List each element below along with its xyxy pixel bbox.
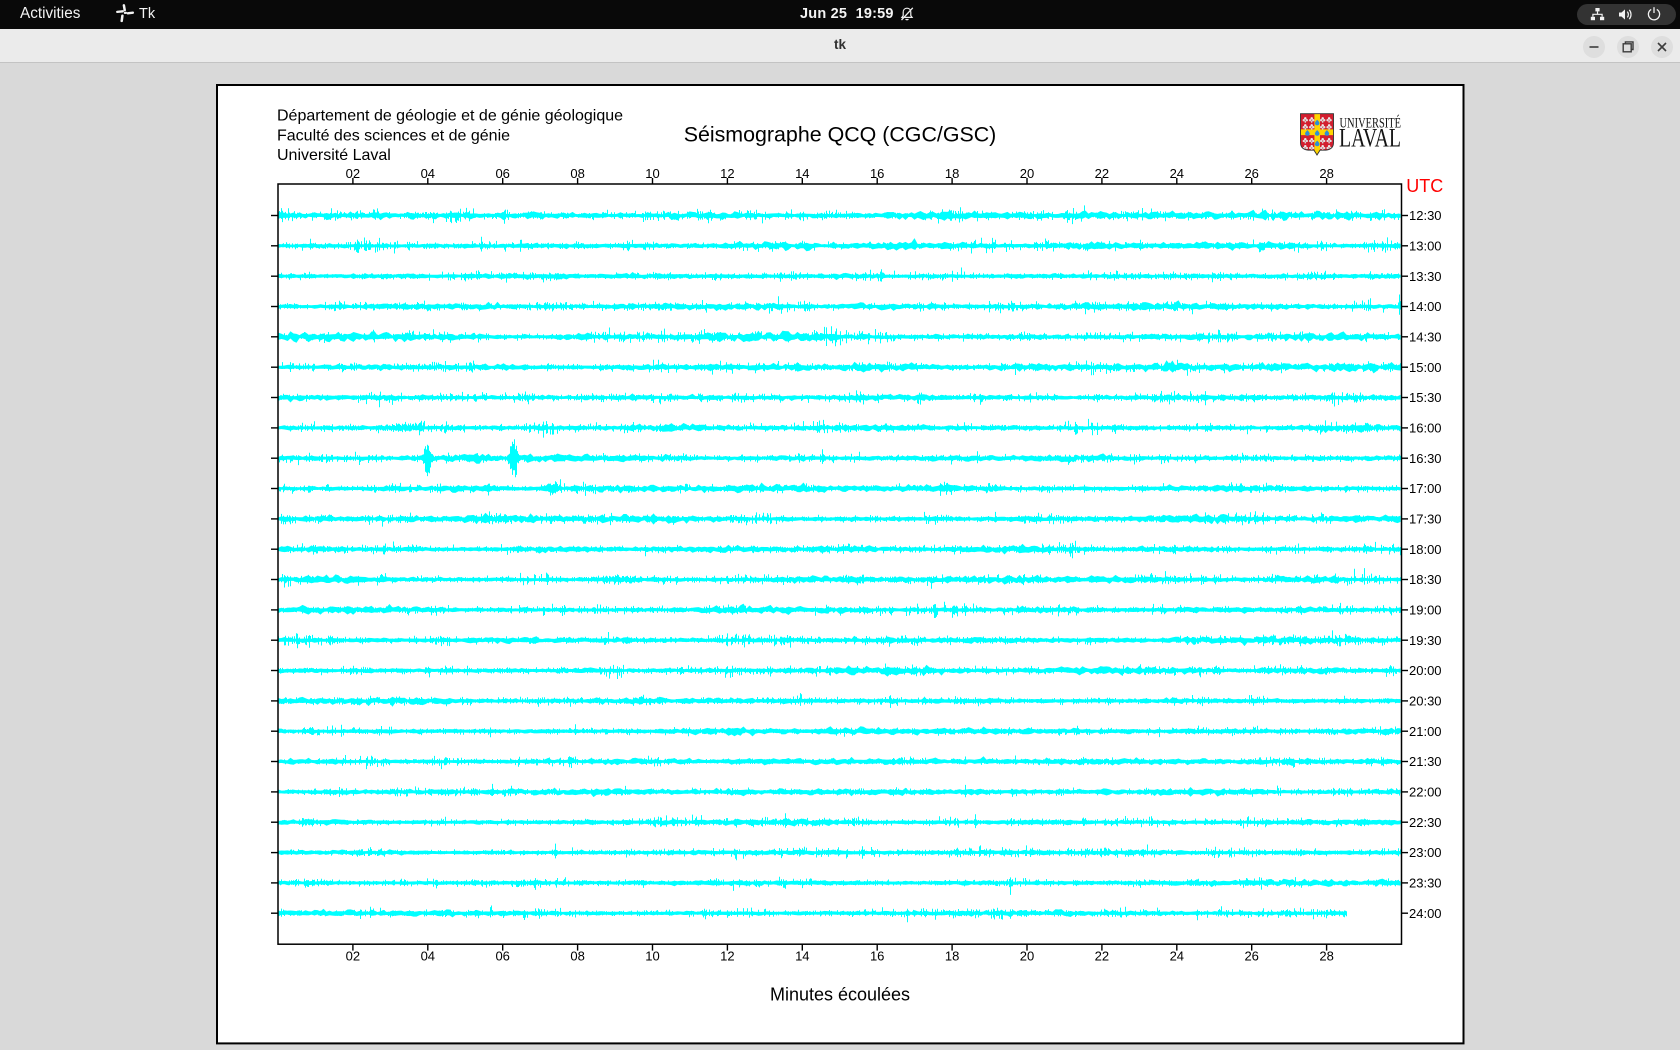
svg-text:12: 12	[720, 948, 734, 963]
svg-text:22: 22	[1094, 948, 1108, 963]
svg-text:14:30: 14:30	[1409, 329, 1442, 344]
svg-text:15:30: 15:30	[1409, 390, 1442, 405]
svg-text:22:30: 22:30	[1409, 815, 1442, 830]
svg-text:24:00: 24:00	[1409, 906, 1442, 921]
svg-text:18: 18	[944, 948, 958, 963]
svg-text:19:00: 19:00	[1409, 603, 1442, 618]
svg-text:16:00: 16:00	[1409, 421, 1442, 436]
svg-text:18:00: 18:00	[1409, 542, 1442, 557]
svg-text:26: 26	[1244, 166, 1258, 181]
svg-text:UTC: UTC	[1406, 176, 1443, 196]
svg-text:26: 26	[1244, 948, 1258, 963]
svg-text:13:30: 13:30	[1409, 269, 1442, 284]
svg-text:17:30: 17:30	[1409, 512, 1442, 527]
svg-text:15:00: 15:00	[1409, 360, 1442, 375]
svg-text:06: 06	[495, 166, 509, 181]
svg-text:24: 24	[1169, 948, 1183, 963]
svg-text:14: 14	[795, 166, 809, 181]
svg-text:28: 28	[1319, 166, 1333, 181]
svg-text:23:30: 23:30	[1409, 876, 1442, 891]
svg-text:04: 04	[420, 166, 434, 181]
svg-text:20: 20	[1019, 948, 1033, 963]
svg-text:16: 16	[869, 166, 883, 181]
svg-text:10: 10	[645, 166, 659, 181]
svg-text:19:30: 19:30	[1409, 633, 1442, 648]
svg-text:10: 10	[645, 948, 659, 963]
svg-text:21:00: 21:00	[1409, 724, 1442, 739]
svg-text:28: 28	[1319, 948, 1333, 963]
svg-text:08: 08	[570, 166, 584, 181]
svg-text:14:00: 14:00	[1409, 299, 1442, 314]
svg-text:04: 04	[420, 948, 434, 963]
svg-text:Université Laval: Université Laval	[277, 147, 391, 164]
svg-text:12: 12	[720, 166, 734, 181]
svg-text:Département de géologie et de: Département de géologie et de génie géol…	[277, 108, 623, 125]
svg-text:02: 02	[345, 948, 359, 963]
svg-text:13:00: 13:00	[1409, 238, 1442, 253]
svg-text:20:00: 20:00	[1409, 663, 1442, 678]
svg-text:20:30: 20:30	[1409, 694, 1442, 709]
svg-text:02: 02	[345, 166, 359, 181]
svg-text:22: 22	[1094, 166, 1108, 181]
svg-text:Minutes écoulées: Minutes écoulées	[769, 985, 909, 1005]
svg-text:LAVAL: LAVAL	[1339, 124, 1401, 153]
svg-text:23:00: 23:00	[1409, 845, 1442, 860]
svg-text:Faculté des sciences et de gén: Faculté des sciences et de génie	[277, 127, 510, 144]
svg-text:08: 08	[570, 948, 584, 963]
svg-text:16:30: 16:30	[1409, 451, 1442, 466]
svg-text:21:30: 21:30	[1409, 754, 1442, 769]
svg-text:17:00: 17:00	[1409, 481, 1442, 496]
svg-text:24: 24	[1169, 166, 1183, 181]
svg-text:12:30: 12:30	[1409, 208, 1442, 223]
svg-text:06: 06	[495, 948, 509, 963]
svg-text:20: 20	[1019, 166, 1033, 181]
svg-text:18:30: 18:30	[1409, 572, 1442, 587]
svg-text:18: 18	[944, 166, 958, 181]
svg-text:16: 16	[869, 948, 883, 963]
svg-text:Séismographe QCQ (CGC/GSC): Séismographe QCQ (CGC/GSC)	[683, 122, 996, 146]
svg-text:14: 14	[795, 948, 809, 963]
svg-text:22:00: 22:00	[1409, 785, 1442, 800]
